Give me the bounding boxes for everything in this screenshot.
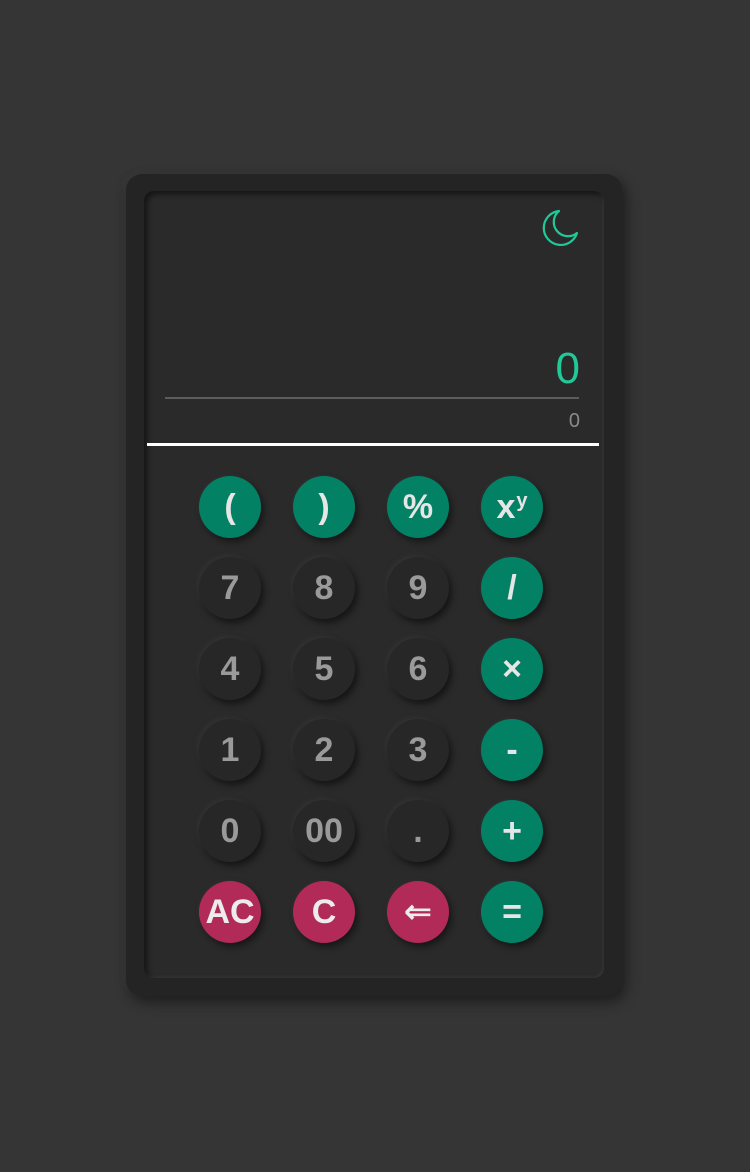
display-underline <box>165 397 579 399</box>
multiply-button[interactable]: × <box>481 638 543 700</box>
digit-9-button[interactable]: 9 <box>387 557 449 619</box>
display-divider <box>147 443 599 446</box>
power-exponent-label: y <box>516 489 528 512</box>
percent-button[interactable]: % <box>387 476 449 538</box>
double-zero-button[interactable]: 00 <box>293 800 355 862</box>
expression-display: 0 <box>555 344 580 393</box>
digit-4-button[interactable]: 4 <box>199 638 261 700</box>
digit-2-button[interactable]: 2 <box>293 719 355 781</box>
clear-button[interactable]: C <box>293 881 355 943</box>
keypad: ( ) % xy 7 8 9 / 4 5 6 × 1 2 3 - 0 00 . … <box>199 476 545 946</box>
digit-5-button[interactable]: 5 <box>293 638 355 700</box>
subtract-button[interactable]: - <box>481 719 543 781</box>
open-paren-button[interactable]: ( <box>199 476 261 538</box>
digit-1-button[interactable]: 1 <box>199 719 261 781</box>
calculator-body: 0 0 ( ) % xy 7 8 9 / 4 5 6 × 1 2 3 - 0 0… <box>144 191 604 978</box>
backspace-button[interactable]: ⇐ <box>387 881 449 943</box>
add-button[interactable]: + <box>481 800 543 862</box>
calculator: 0 0 ( ) % xy 7 8 9 / 4 5 6 × 1 2 3 - 0 0… <box>126 174 622 996</box>
power-base-label: x <box>496 487 516 526</box>
power-button[interactable]: xy <box>481 476 543 538</box>
all-clear-button[interactable]: AC <box>199 881 261 943</box>
digit-0-button[interactable]: 0 <box>199 800 261 862</box>
equals-button[interactable]: = <box>481 881 543 943</box>
digit-8-button[interactable]: 8 <box>293 557 355 619</box>
result-display: 0 <box>568 410 580 432</box>
digit-6-button[interactable]: 6 <box>387 638 449 700</box>
digit-3-button[interactable]: 3 <box>387 719 449 781</box>
digit-7-button[interactable]: 7 <box>199 557 261 619</box>
decimal-button[interactable]: . <box>387 800 449 862</box>
close-paren-button[interactable]: ) <box>293 476 355 538</box>
divide-button[interactable]: / <box>481 557 543 619</box>
moon-icon[interactable] <box>539 207 581 249</box>
